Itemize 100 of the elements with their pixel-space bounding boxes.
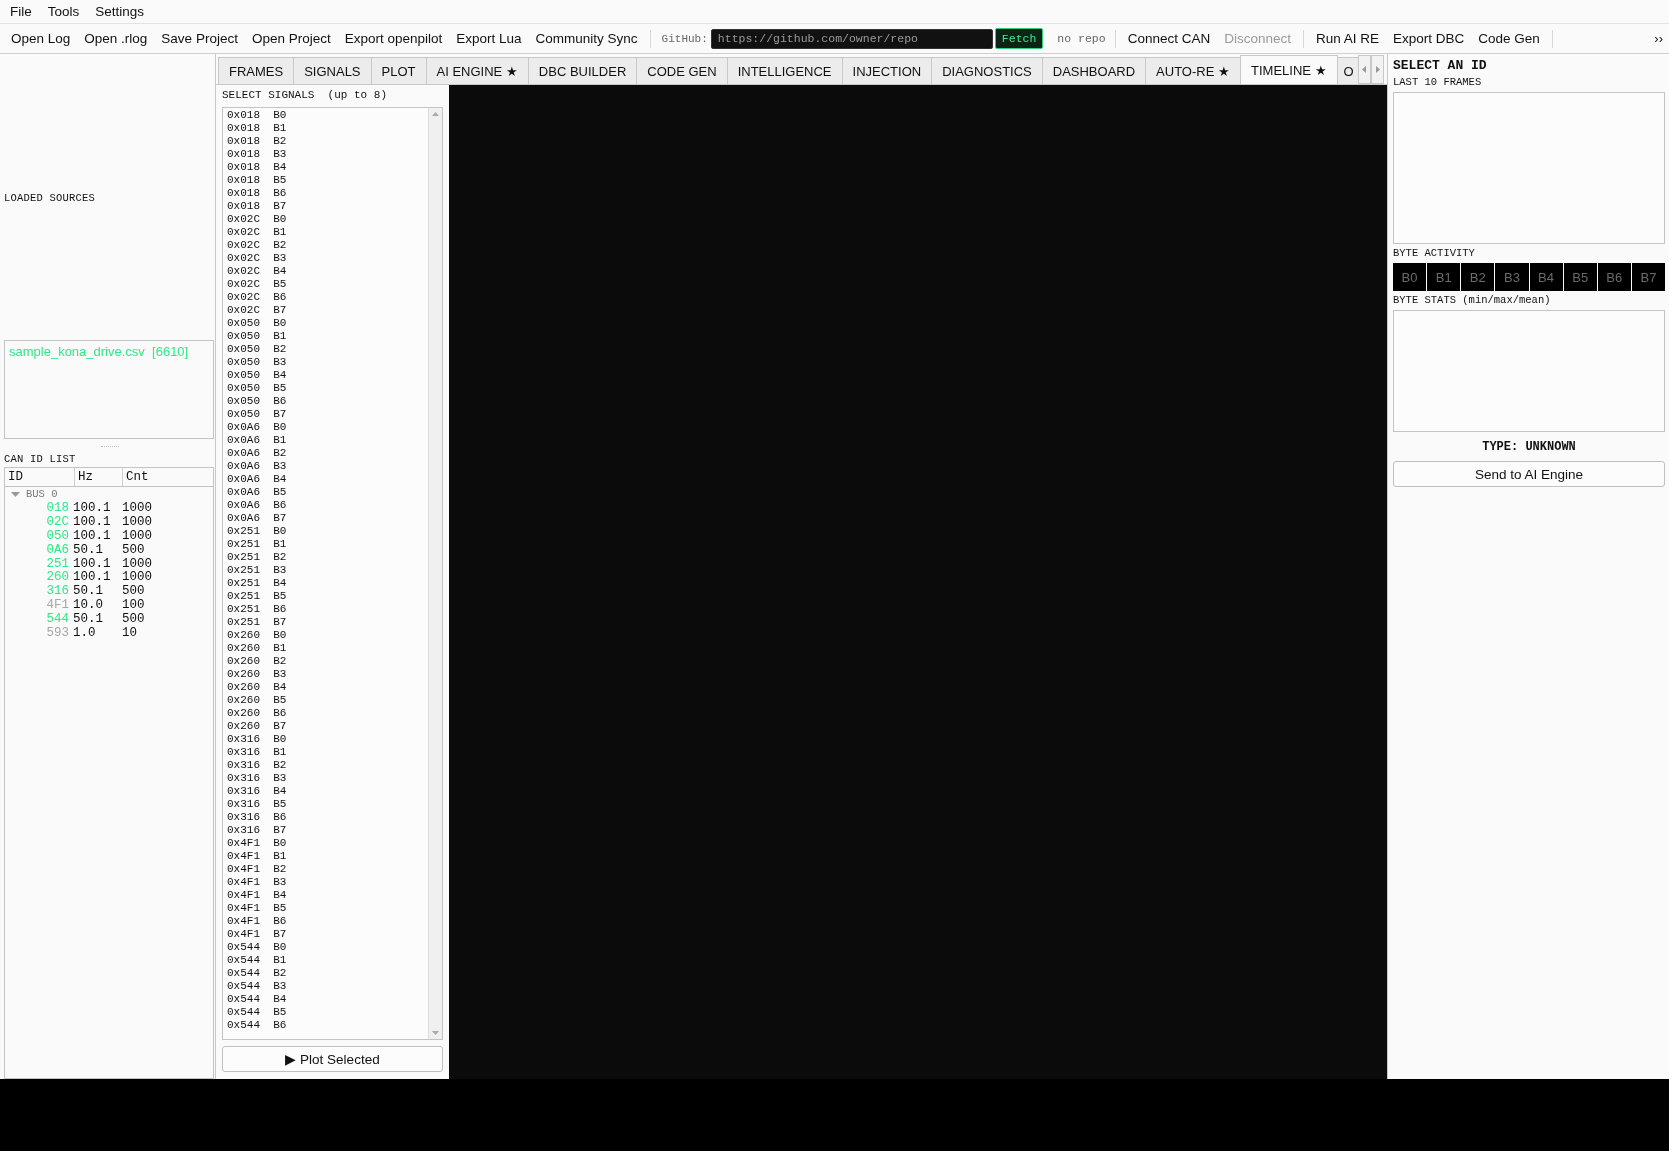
splitter-handle[interactable] xyxy=(100,445,119,447)
signal-item[interactable]: 0x260 B1 xyxy=(227,642,424,655)
plot-button[interactable]: ▶ Plot Selected xyxy=(222,1046,443,1072)
tab[interactable]: INTELLIGENCE xyxy=(726,57,843,84)
signal-item[interactable]: 0x544 B1 xyxy=(227,954,424,967)
signal-item[interactable]: 0x316 B4 xyxy=(227,785,424,798)
toolbar-button[interactable]: Export openpilot xyxy=(337,28,450,49)
menu-item[interactable]: File xyxy=(4,2,38,21)
signal-item[interactable]: 0x050 B3 xyxy=(227,356,424,369)
signal-item[interactable]: 0x018 B3 xyxy=(227,148,424,161)
tab[interactable]: CODE GEN xyxy=(636,57,728,84)
scrollbar[interactable] xyxy=(428,108,442,1039)
signal-item[interactable]: 0x02C B6 xyxy=(227,291,424,304)
toolbar-button[interactable]: Community Sync xyxy=(528,28,645,49)
signal-item[interactable]: 0x251 B6 xyxy=(227,603,424,616)
signal-item[interactable]: 0x0A6 B4 xyxy=(227,473,424,486)
signal-item[interactable]: 0x4F1 B7 xyxy=(227,928,424,941)
signal-item[interactable]: 0x316 B3 xyxy=(227,772,424,785)
signal-item[interactable]: 0x0A6 B0 xyxy=(227,421,424,434)
signal-item[interactable]: 0x050 B4 xyxy=(227,369,424,382)
signal-item[interactable]: 0x018 B5 xyxy=(227,174,424,187)
tab[interactable]: AUTO-RE ★ xyxy=(1145,57,1241,84)
signal-item[interactable]: 0x260 B2 xyxy=(227,655,424,668)
signal-item[interactable]: 0x4F1 B6 xyxy=(227,915,424,928)
signal-item[interactable]: 0x050 B5 xyxy=(227,382,424,395)
tab[interactable]: AI ENGINE ★ xyxy=(425,57,529,84)
tree-node-label[interactable]: BUS 0 xyxy=(26,488,58,500)
signal-item[interactable]: 0x4F1 B3 xyxy=(227,876,424,889)
signal-item[interactable]: 0x02C B1 xyxy=(227,226,424,239)
overflow-button[interactable]: ›› xyxy=(1648,31,1669,46)
signal-item[interactable]: 0x02C B4 xyxy=(227,265,424,278)
signal-item[interactable]: 0x544 B6 xyxy=(227,1019,424,1032)
signal-item[interactable]: 0x018 B0 xyxy=(227,109,424,122)
fetch-button[interactable]: Fetch xyxy=(994,28,1044,49)
signal-item[interactable]: 0x260 B0 xyxy=(227,629,424,642)
signal-item[interactable]: 0x4F1 B4 xyxy=(227,889,424,902)
signal-item[interactable]: 0x251 B5 xyxy=(227,590,424,603)
toolbar-button[interactable]: Open .rlog xyxy=(77,28,155,49)
column-header[interactable]: ID xyxy=(5,468,75,486)
signal-item[interactable]: 0x260 B4 xyxy=(227,681,424,694)
toolbar-button[interactable]: Code Gen xyxy=(1471,28,1547,49)
signal-item[interactable]: 0x4F1 B0 xyxy=(227,837,424,850)
signal-item[interactable]: 0x02C B0 xyxy=(227,213,424,226)
tab[interactable]: PLOT xyxy=(370,57,427,84)
signal-item[interactable]: 0x251 B3 xyxy=(227,564,424,577)
signal-item[interactable]: 0x018 B2 xyxy=(227,135,424,148)
signal-item[interactable]: 0x050 B7 xyxy=(227,408,424,421)
signal-item[interactable]: 0x050 B2 xyxy=(227,343,424,356)
signal-item[interactable]: 0x4F1 B5 xyxy=(227,902,424,915)
signal-item[interactable]: 0x0A6 B3 xyxy=(227,460,424,473)
signal-item[interactable]: 0x050 B0 xyxy=(227,317,424,330)
signal-item[interactable]: 0x018 B4 xyxy=(227,161,424,174)
signal-item[interactable]: 0x544 B4 xyxy=(227,993,424,1006)
signal-item[interactable]: 0x316 B0 xyxy=(227,733,424,746)
signal-item[interactable]: 0x316 B6 xyxy=(227,811,424,824)
signal-item[interactable]: 0x260 B6 xyxy=(227,707,424,720)
signal-item[interactable]: 0x260 B5 xyxy=(227,694,424,707)
toolbar-button[interactable]: Run AI RE xyxy=(1309,28,1387,49)
column-header[interactable]: Hz xyxy=(75,468,123,486)
tab[interactable]: DASHBOARD xyxy=(1041,57,1147,84)
signal-item[interactable]: 0x02C B3 xyxy=(227,252,424,265)
toolbar-button[interactable]: Export Lua xyxy=(449,28,529,49)
toolbar-button[interactable]: Save Project xyxy=(154,28,245,49)
tab[interactable]: INJECTION xyxy=(841,57,933,84)
signal-item[interactable]: 0x0A6 B6 xyxy=(227,499,424,512)
column-header[interactable]: Cnt xyxy=(123,468,213,486)
signal-item[interactable]: 0x0A6 B2 xyxy=(227,447,424,460)
signal-item[interactable]: 0x02C B5 xyxy=(227,278,424,291)
menu-item[interactable]: Tools xyxy=(41,2,86,21)
signal-item[interactable]: 0x251 B7 xyxy=(227,616,424,629)
signal-item[interactable]: 0x251 B0 xyxy=(227,525,424,538)
toolbar-button[interactable]: Open Log xyxy=(4,28,78,49)
signal-item[interactable]: 0x018 B1 xyxy=(227,122,424,135)
signal-item[interactable]: 0x0A6 B5 xyxy=(227,486,424,499)
toolbar-button[interactable]: Export DBC xyxy=(1386,28,1472,49)
signal-item[interactable]: 0x316 B7 xyxy=(227,824,424,837)
signal-item[interactable]: 0x050 B1 xyxy=(227,330,424,343)
tab[interactable]: DIAGNOSTICS xyxy=(931,57,1043,84)
signal-item[interactable]: 0x544 B5 xyxy=(227,1006,424,1019)
toolbar-button[interactable]: Open Project xyxy=(244,28,338,49)
signal-item[interactable]: 0x544 B0 xyxy=(227,941,424,954)
signal-item[interactable]: 0x4F1 B2 xyxy=(227,863,424,876)
signal-item[interactable]: 0x251 B2 xyxy=(227,551,424,564)
signal-item[interactable]: 0x260 B7 xyxy=(227,720,424,733)
signal-item[interactable]: 0x018 B6 xyxy=(227,187,424,200)
signal-item[interactable]: 0x4F1 B1 xyxy=(227,850,424,863)
menu-item[interactable]: Settings xyxy=(89,2,151,21)
signal-item[interactable]: 0x260 B3 xyxy=(227,668,424,681)
signal-item[interactable]: 0x02C B2 xyxy=(227,239,424,252)
signal-item[interactable]: 0x02C B7 xyxy=(227,304,424,317)
signal-item[interactable]: 0x251 B1 xyxy=(227,538,424,551)
signal-item[interactable]: 0x050 B6 xyxy=(227,395,424,408)
signal-item[interactable]: 0x316 B5 xyxy=(227,798,424,811)
signal-item[interactable]: 0x544 B2 xyxy=(227,967,424,980)
tab[interactable]: O xyxy=(1336,57,1359,84)
signal-item[interactable]: 0x316 B2 xyxy=(227,759,424,772)
tab[interactable]: DBC BUILDER xyxy=(527,57,638,84)
signal-item[interactable]: 0x018 B7 xyxy=(227,200,424,213)
signal-item[interactable]: 0x316 B1 xyxy=(227,746,424,759)
tab[interactable]: FRAMES xyxy=(218,57,295,84)
